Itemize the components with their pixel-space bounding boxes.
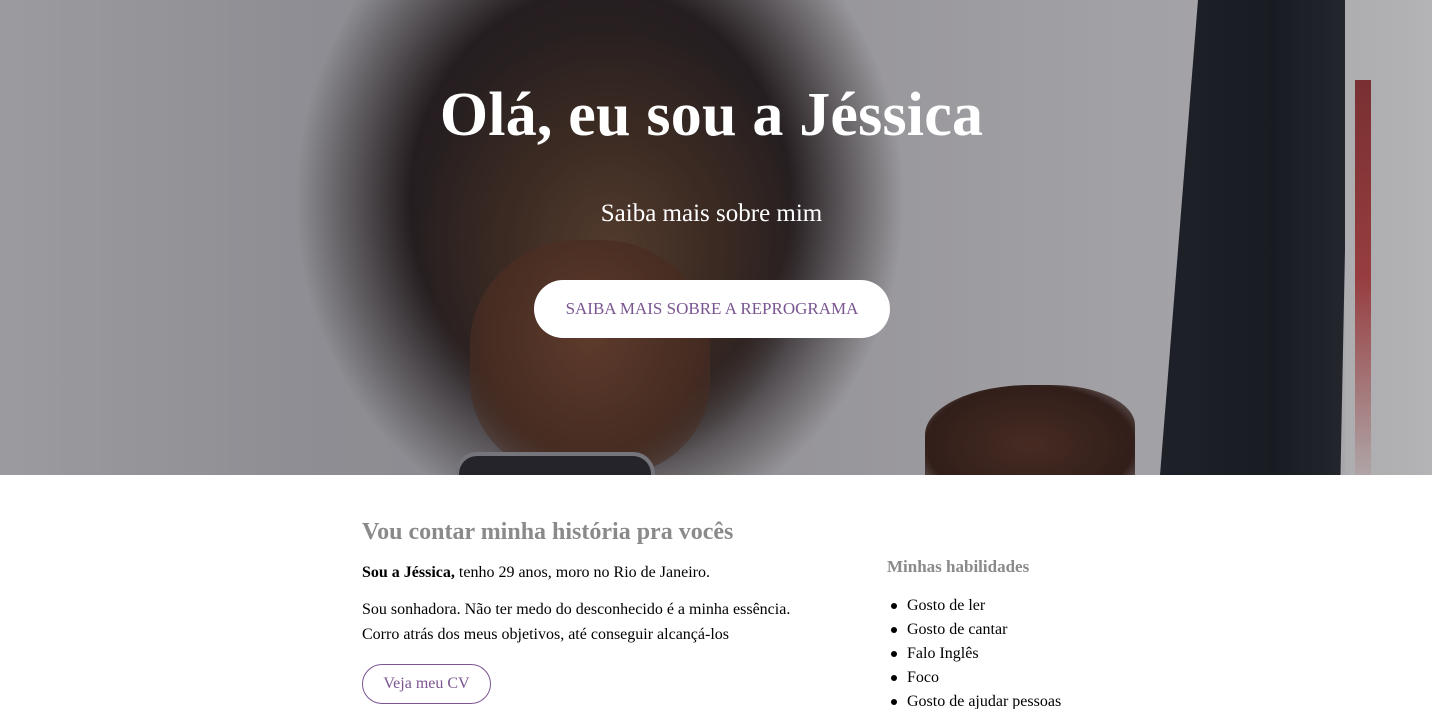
reprograma-button[interactable]: SAIBA MAIS SOBRE A REPROGRAMA xyxy=(534,280,890,338)
cv-button[interactable]: Veja meu CV xyxy=(362,664,491,704)
skill-label: Gosto de cantar xyxy=(907,621,1008,638)
skills-column: Minhas habilidades Gosto de ler Gosto de… xyxy=(887,557,1147,709)
skills-list: Gosto de ler Gosto de cantar Falo Inglês… xyxy=(887,594,1147,709)
hero-subtitle: Saiba mais sobre mim xyxy=(600,200,823,227)
hero-section: Olá, eu sou a Jéssica Saiba mais sobre m… xyxy=(0,0,1432,475)
bullet-icon xyxy=(891,603,897,609)
bullet-icon xyxy=(891,627,897,633)
story-heading: Vou contar minha história pra vocês xyxy=(362,519,734,545)
hero-title: Olá, eu sou a Jéssica xyxy=(439,81,984,149)
bullet-icon xyxy=(891,699,897,705)
list-item: Falo Inglês xyxy=(887,642,1147,666)
skill-label: Falo Inglês xyxy=(907,645,979,662)
list-item: Gosto de ler xyxy=(887,594,1147,618)
list-item: Foco xyxy=(887,666,1147,690)
story-paragraph: Sou sonhadora. Não ter medo do desconhec… xyxy=(362,597,832,647)
story-paragraph-line1: Sou sonhadora. Não ter medo do desconhec… xyxy=(362,601,791,618)
list-item: Gosto de ajudar pessoas xyxy=(887,690,1147,709)
skill-label: Gosto de ler xyxy=(907,597,986,614)
story-intro-bold: Sou a Jéssica, xyxy=(362,564,455,581)
story-column: Vou contar minha história pra vocês Sou … xyxy=(362,519,832,704)
about-section: Vou contar minha história pra vocês Sou … xyxy=(0,475,1432,709)
skill-label: Gosto de ajudar pessoas xyxy=(907,693,1062,709)
bullet-icon xyxy=(891,675,897,681)
story-intro-text: tenho 29 anos, moro no Rio de Janeiro. xyxy=(454,564,710,581)
skills-heading: Minhas habilidades xyxy=(887,557,1030,576)
list-item: Gosto de cantar xyxy=(887,618,1147,642)
hero-overlay xyxy=(0,0,1432,475)
story-paragraph-line2: Corro atrás dos meus objetivos, até cons… xyxy=(362,626,729,643)
bullet-icon xyxy=(891,651,897,657)
skill-label: Foco xyxy=(907,669,939,686)
story-intro: Sou a Jéssica, tenho 29 anos, moro no Ri… xyxy=(362,560,832,585)
